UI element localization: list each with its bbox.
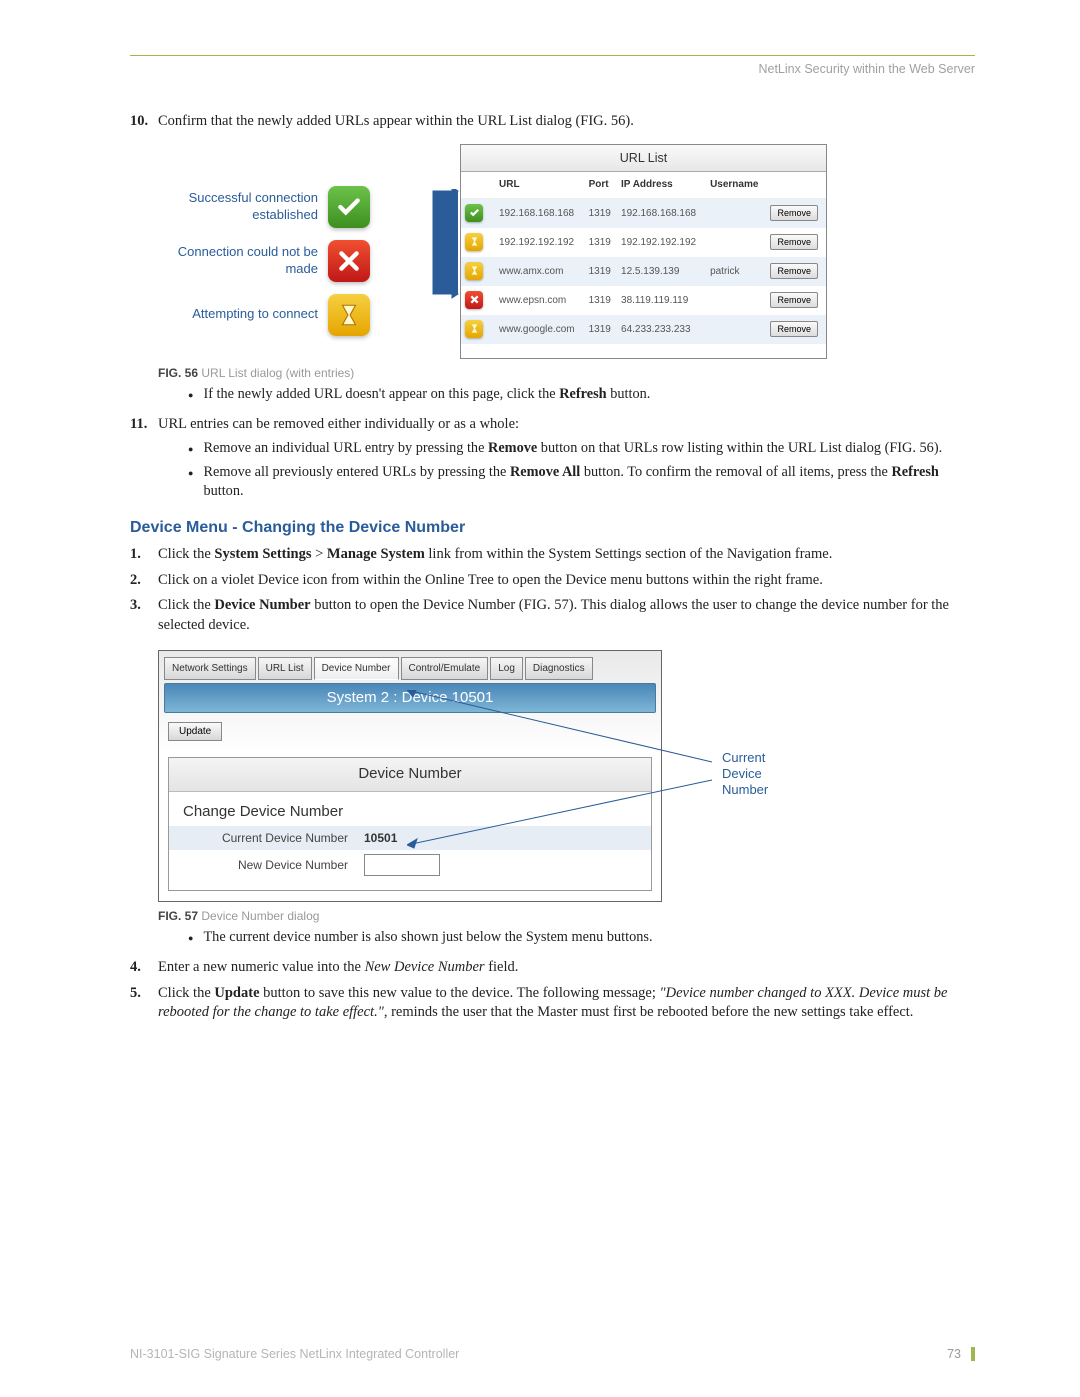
- current-device-value: 10501: [364, 830, 397, 846]
- top-rule: [130, 55, 975, 56]
- url-list-panel: URL List URL Port IP Address Username: [460, 144, 827, 359]
- hourglass-icon: [328, 294, 370, 336]
- tab-bar: Network Settings URL List Device Number …: [164, 657, 656, 681]
- table-row: www.epsn.com 1319 38.119.119.119 Remove: [461, 286, 826, 315]
- step-11-text: URL entries can be removed either indivi…: [158, 416, 519, 432]
- fig56-block: Successful connection established Connec…: [158, 144, 975, 359]
- current-device-label: Current Device Number: [183, 830, 364, 846]
- tab-control-emulate[interactable]: Control/Emulate: [401, 657, 489, 681]
- fig57-caption: FIG. 57 Device Number dialog: [158, 908, 975, 924]
- legend-fail-label: Connection could not be made: [158, 244, 328, 277]
- fig56-caption: FIG. 56 URL List dialog (with entries): [158, 365, 975, 381]
- url-table: URL Port IP Address Username 192.168.168…: [461, 172, 826, 344]
- tab-device-number[interactable]: Device Number: [314, 657, 399, 681]
- tab-url-list[interactable]: URL List: [258, 657, 312, 681]
- col-user: Username: [706, 172, 766, 198]
- hourglass-icon: [465, 233, 483, 251]
- page-number: 73: [947, 1347, 975, 1361]
- col-ip: IP Address: [617, 172, 706, 198]
- remove-button[interactable]: Remove: [770, 263, 818, 279]
- step-num-11: 11.: [130, 415, 158, 505]
- url-list-title: URL List: [461, 145, 826, 173]
- legend-ok-label: Successful connection established: [158, 190, 328, 223]
- tab-log[interactable]: Log: [490, 657, 523, 681]
- col-url: URL: [495, 172, 585, 198]
- new-device-label: New Device Number: [183, 857, 364, 873]
- table-row: www.amx.com 1319 12.5.139.139 patrick Re…: [461, 257, 826, 286]
- tab-network-settings[interactable]: Network Settings: [164, 657, 256, 681]
- page-footer: NI-3101-SIG Signature Series NetLinx Int…: [130, 1340, 975, 1361]
- x-icon: [465, 291, 483, 309]
- checkmark-icon: [328, 186, 370, 228]
- table-row: 192.168.168.168 1319 192.168.168.168 Rem…: [461, 198, 826, 228]
- col-port: Port: [585, 172, 617, 198]
- page-header: NetLinx Security within the Web Server: [130, 62, 975, 76]
- hourglass-icon: [465, 320, 483, 338]
- remove-button[interactable]: Remove: [770, 205, 818, 221]
- x-icon: [328, 240, 370, 282]
- callout-text: Current Device Number: [722, 750, 792, 799]
- step-num-10: 10.: [130, 112, 158, 409]
- step-2-text: Click on a violet Device icon from withi…: [158, 571, 975, 591]
- new-device-input[interactable]: [364, 854, 440, 876]
- remove-button[interactable]: Remove: [770, 292, 818, 308]
- update-button[interactable]: Update: [168, 722, 222, 741]
- remove-button[interactable]: Remove: [770, 321, 818, 337]
- checkmark-icon: [465, 204, 483, 222]
- section-heading: Device Menu - Changing the Device Number: [130, 519, 975, 537]
- footer-left: NI-3101-SIG Signature Series NetLinx Int…: [130, 1347, 459, 1361]
- step-10-text: Confirm that the newly added URLs appear…: [158, 113, 634, 129]
- tab-diagnostics[interactable]: Diagnostics: [525, 657, 593, 681]
- table-row: www.google.com 1319 64.233.233.233 Remov…: [461, 315, 826, 344]
- hourglass-icon: [465, 262, 483, 280]
- legend-try-label: Attempting to connect: [158, 306, 328, 322]
- remove-button[interactable]: Remove: [770, 234, 818, 250]
- table-row: 192.192.192.192 1319 192.192.192.192 Rem…: [461, 228, 826, 257]
